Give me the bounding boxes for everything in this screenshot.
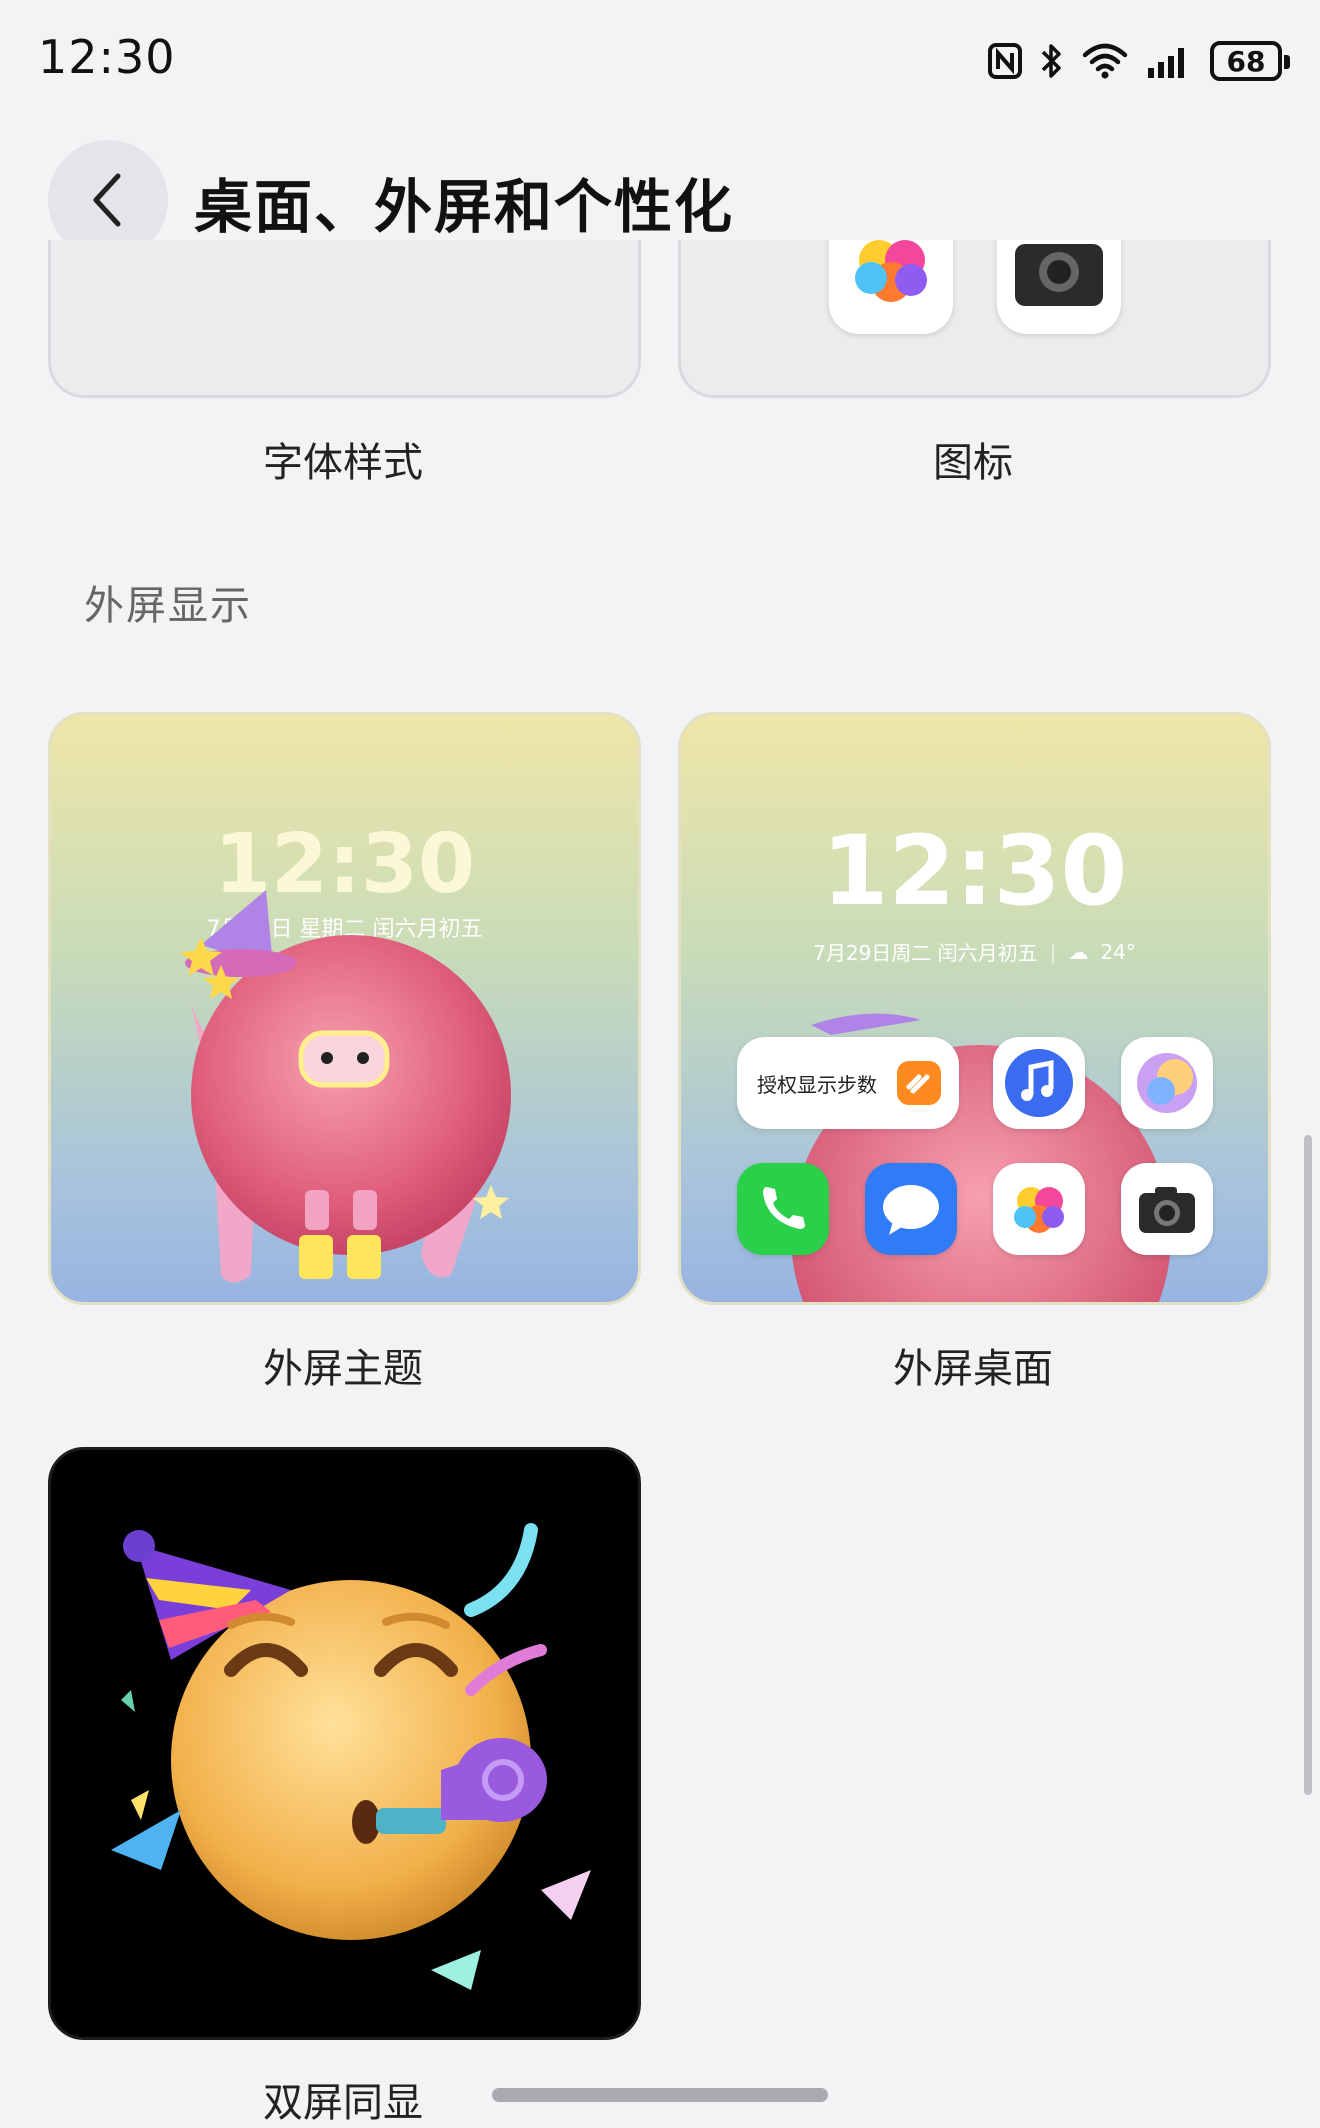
messages-icon[interactable]	[865, 1163, 957, 1255]
assistant-icon[interactable]	[1121, 1037, 1213, 1129]
dual-screen-card[interactable]	[48, 1447, 641, 2040]
steps-widget[interactable]: 授权显示步数	[737, 1037, 959, 1129]
status-icons: 68	[988, 36, 1290, 86]
gallery-icon[interactable]	[993, 1163, 1085, 1255]
section-title-outer-display: 外屏显示	[84, 583, 252, 629]
battery-level: 68	[1226, 44, 1266, 78]
outer-theme-card[interactable]: 12:30 7月29日 星期二 闰六月初五	[48, 712, 641, 1305]
nfc-icon	[988, 43, 1022, 79]
scrollbar[interactable]	[1304, 1135, 1312, 1795]
outer-desktop-label: 外屏桌面	[893, 1346, 1053, 1392]
bluetooth-icon	[1040, 42, 1064, 80]
party-emoji-illustration	[111, 1523, 591, 1990]
health-icon	[897, 1061, 941, 1105]
status-time: 12:30	[38, 30, 176, 84]
outer-desktop-card[interactable]: 12:30 7月29日周二 闰六月初五 | ☁ 24° 授权显示步数	[678, 712, 1271, 1305]
icon-label: 图标	[933, 440, 1013, 486]
wifi-icon	[1082, 43, 1128, 79]
icon-card[interactable]	[678, 240, 1271, 398]
font-style-card[interactable]	[48, 240, 641, 398]
fluffy-monster-illustration	[180, 890, 511, 1283]
home-indicator[interactable]	[492, 2088, 828, 2102]
page-title: 桌面、外屏和个性化	[194, 173, 735, 241]
music-icon[interactable]	[993, 1037, 1085, 1129]
camera-app-icon[interactable]	[1121, 1163, 1213, 1255]
camera-icon	[997, 240, 1121, 334]
outer-theme-label: 外屏主题	[263, 1346, 423, 1392]
chevron-left-icon	[93, 173, 121, 227]
steps-widget-text: 授权显示步数	[757, 1073, 877, 1097]
signal-icon	[1146, 44, 1192, 78]
battery-icon: 68	[1210, 41, 1290, 81]
phone-icon[interactable]	[737, 1163, 829, 1255]
font-style-label: 字体样式	[263, 440, 423, 486]
photos-icon	[829, 240, 953, 334]
status-bar: 12:30 68	[0, 0, 1320, 116]
